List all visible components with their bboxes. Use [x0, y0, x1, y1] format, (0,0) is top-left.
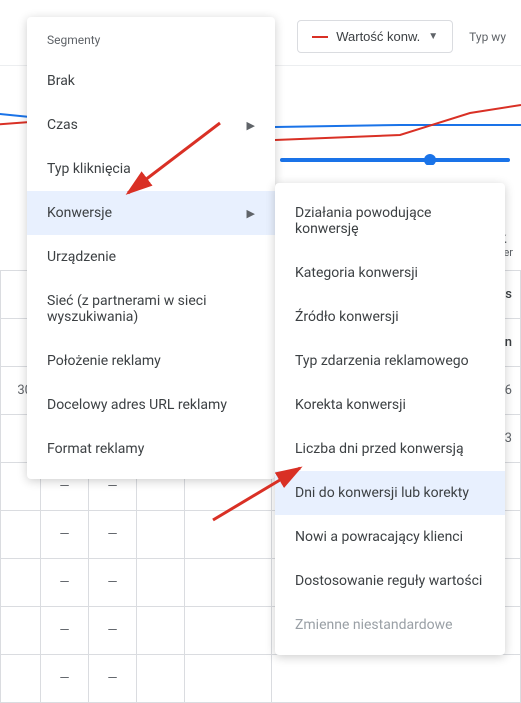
segments-menu: Segmenty Brak Czas▶ Typ kliknięcia Konwe… [27, 17, 275, 479]
chevron-right-icon: ▶ [247, 119, 255, 132]
segment-item-device[interactable]: Urządzenie [27, 235, 275, 279]
submenu-item-custom-variables: Zmienne niestandardowe [275, 603, 505, 647]
segment-item-none[interactable]: Brak [27, 59, 275, 103]
table-row: —— [1, 655, 521, 703]
menu-header: Segmenty [27, 25, 275, 59]
conversions-submenu: Działania powodujące konwersję Kategoria… [275, 183, 505, 655]
segment-item-ad-format[interactable]: Format reklamy [27, 427, 275, 471]
series-color-icon [312, 36, 328, 38]
segment-item-network[interactable]: Sieć (z partnerami w sieci wyszukiwania) [27, 279, 275, 339]
metric-selector-button[interactable]: Wartość konw. ▼ [297, 20, 453, 53]
submenu-item-ad-event-type[interactable]: Typ zdarzenia reklamowego [275, 339, 505, 383]
chart-type-label: Typ wy [469, 30, 506, 44]
submenu-item-new-vs-returning[interactable]: Nowi a powracający klienci [275, 515, 505, 559]
segment-item-click-type[interactable]: Typ kliknięcia [27, 147, 275, 191]
submenu-item-conversion-adjustment[interactable]: Korekta konwersji [275, 383, 505, 427]
chevron-right-icon: ▶ [247, 207, 255, 220]
submenu-item-conversion-source[interactable]: Źródło konwersji [275, 295, 505, 339]
submenu-item-value-rule-adjustment[interactable]: Dostosowanie reguły wartości [275, 559, 505, 603]
segment-item-time[interactable]: Czas▶ [27, 103, 275, 147]
segment-item-conversions[interactable]: Konwersje▶ [27, 191, 275, 235]
segment-item-ad-position[interactable]: Położenie reklamy [27, 339, 275, 383]
submenu-item-days-to-conversion-or-adjustment[interactable]: Dni do konwersji lub korekty [275, 471, 505, 515]
submenu-item-conversion-category[interactable]: Kategoria konwersji [275, 251, 505, 295]
segment-item-target-url[interactable]: Docelowy adres URL reklamy [27, 383, 275, 427]
submenu-item-conversion-actions[interactable]: Działania powodujące konwersję [275, 191, 505, 251]
chevron-down-icon: ▼ [428, 31, 438, 42]
submenu-item-days-before-conversion[interactable]: Liczba dni przed konwersją [275, 427, 505, 471]
metric-label: Wartość konw. [336, 29, 420, 44]
